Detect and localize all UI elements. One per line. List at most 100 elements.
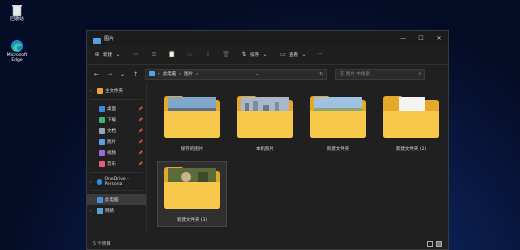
nav-item-quick[interactable]: 图片 📌: [87, 136, 146, 147]
chevron-down-icon[interactable]: ⌄: [119, 71, 126, 78]
nav-quick-label: 视频: [107, 150, 116, 156]
library-icon: [99, 105, 105, 112]
nav-thispc-label: 此电脑: [105, 197, 119, 203]
breadcrumb-thispc[interactable]: 此电脑: [163, 71, 177, 77]
nav-home-label: 主文件夹: [105, 88, 123, 94]
folder-item[interactable]: 本机照片: [230, 91, 300, 155]
window-title: 图片: [104, 35, 115, 42]
nav-item-onedrive[interactable]: › OneDrive - Persona: [87, 176, 146, 187]
nav-item-quick[interactable]: 桌面 📌: [87, 103, 146, 114]
clipboard-icon: 📋: [168, 51, 176, 58]
rename-button[interactable]: ▭: [186, 51, 194, 59]
search-input[interactable]: 在 图片 中搜索 ⌕: [335, 68, 425, 80]
share-icon: ⇪: [205, 51, 211, 58]
nav-item-quick[interactable]: 文档 📌: [87, 125, 146, 136]
view-label: 查看: [289, 52, 298, 58]
paste-button[interactable]: 📋: [168, 51, 176, 59]
folder-name: 新建文件夹 (3): [176, 218, 208, 223]
refresh-icon[interactable]: ↻: [319, 72, 326, 77]
nav-quick-label: 文档: [107, 128, 116, 134]
library-icon: [99, 138, 105, 145]
divider: [90, 190, 143, 191]
plus-icon: ⊕: [94, 51, 100, 58]
breadcrumb-separator: ›: [179, 71, 182, 77]
library-icon: [99, 116, 105, 123]
network-icon: [97, 207, 103, 214]
folder-icon: [237, 96, 293, 138]
view-button[interactable]: ▭ 查看 ⌄: [279, 51, 308, 59]
chevron-down-icon[interactable]: ⌄: [255, 72, 262, 77]
nav-item-home[interactable]: › 主文件夹: [87, 85, 146, 96]
pin-icon: 📌: [138, 128, 143, 133]
scissors-icon: ✂: [133, 51, 139, 58]
file-explorer-window: 图片 — ☐ ✕ ⊕ 新建 ⌄ ✂ ⧉ 📋 ▭ ⇪ 🗑 ⇅ 排序 ⌄ ▭ 查看 …: [86, 30, 449, 250]
library-icon: [99, 149, 105, 156]
title-bar[interactable]: 图片 — ☐ ✕: [87, 31, 448, 45]
folder-item[interactable]: 新建文件夹 (2): [376, 91, 446, 155]
command-bar: ⊕ 新建 ⌄ ✂ ⧉ 📋 ▭ ⇪ 🗑 ⇅ 排序 ⌄ ▭ 查看 ⌄ ···: [87, 45, 448, 65]
folder-name: 新建文件夹 (2): [395, 147, 427, 152]
copy-icon: ⧉: [151, 50, 157, 58]
up-icon[interactable]: ↑: [132, 71, 139, 78]
breadcrumb-separator: ›: [196, 71, 198, 77]
view-icon: ▭: [280, 51, 286, 58]
folder-name: 保存的图片: [180, 147, 204, 152]
recycle-bin-label: 回收站: [10, 17, 24, 22]
chevron-right-icon[interactable]: ›: [90, 208, 95, 213]
folder-icon: [93, 29, 101, 48]
edge-label: Microsoft Edge: [6, 53, 28, 63]
copy-button[interactable]: ⧉: [150, 51, 158, 59]
recycle-bin-icon[interactable]: 回收站: [3, 2, 31, 22]
details-view-icon[interactable]: [427, 241, 433, 247]
chevron-down-icon: ⌄: [262, 51, 268, 58]
pin-icon: 📌: [138, 106, 143, 111]
minimize-button[interactable]: —: [394, 31, 412, 45]
rename-icon: ▭: [187, 51, 193, 58]
more-label: ···: [318, 52, 323, 57]
nav-onedrive-label: OneDrive - Persona: [104, 176, 129, 187]
chevron-right-icon[interactable]: ›: [90, 197, 95, 202]
nav-item-network[interactable]: › 网络: [87, 205, 146, 216]
folder-icon: [164, 167, 220, 209]
forward-icon[interactable]: →: [106, 71, 113, 78]
chevron-right-icon[interactable]: ›: [90, 179, 95, 184]
delete-button[interactable]: 🗑: [222, 51, 230, 59]
chevron-down-icon: ⌄: [115, 51, 121, 58]
pin-icon: 📌: [138, 161, 143, 166]
folder-icon: [383, 96, 439, 138]
nav-quick-label: 桌面: [107, 106, 116, 112]
folder-name: 新建文件夹: [326, 147, 350, 152]
maximize-button[interactable]: ☐: [412, 31, 430, 45]
nav-item-quick[interactable]: 下载 📌: [87, 114, 146, 125]
home-icon: [97, 87, 103, 94]
pin-icon: 📌: [138, 139, 143, 144]
back-icon[interactable]: ←: [93, 71, 100, 78]
cut-button[interactable]: ✂: [132, 51, 140, 59]
nav-item-quick[interactable]: 音乐 📌: [87, 158, 146, 169]
pin-icon: 📌: [138, 150, 143, 155]
breadcrumb-pictures[interactable]: 图片: [184, 71, 193, 77]
tiles-view-icon[interactable]: [436, 241, 442, 247]
search-icon: ⌕: [418, 72, 421, 77]
edge-icon[interactable]: Microsoft Edge: [3, 38, 31, 63]
folder-item[interactable]: 新建文件夹: [303, 91, 373, 155]
share-button[interactable]: ⇪: [204, 51, 212, 59]
folder-icon: [310, 96, 366, 138]
folder-item[interactable]: 新建文件夹 (3): [157, 161, 227, 227]
new-button[interactable]: ⊕ 新建 ⌄: [93, 51, 122, 59]
library-icon: [99, 160, 105, 167]
folder-icon: [149, 70, 155, 78]
folder-item[interactable]: 保存的图片: [157, 91, 227, 155]
sort-button[interactable]: ⇅ 排序 ⌄: [240, 51, 269, 59]
close-button[interactable]: ✕: [430, 31, 448, 45]
folder-icon: [164, 96, 220, 138]
new-label: 新建: [103, 52, 112, 58]
sort-label: 排序: [250, 52, 259, 58]
cloud-icon: [96, 178, 103, 185]
address-bar[interactable]: › 此电脑 › 图片 › ⌄ ↻: [145, 68, 327, 80]
nav-item-thispc[interactable]: › 此电脑: [87, 194, 146, 205]
more-button[interactable]: ···: [318, 52, 322, 57]
pin-icon: 📌: [138, 117, 143, 122]
chevron-right-icon[interactable]: ›: [90, 88, 95, 93]
nav-item-quick[interactable]: 视频 📌: [87, 147, 146, 158]
